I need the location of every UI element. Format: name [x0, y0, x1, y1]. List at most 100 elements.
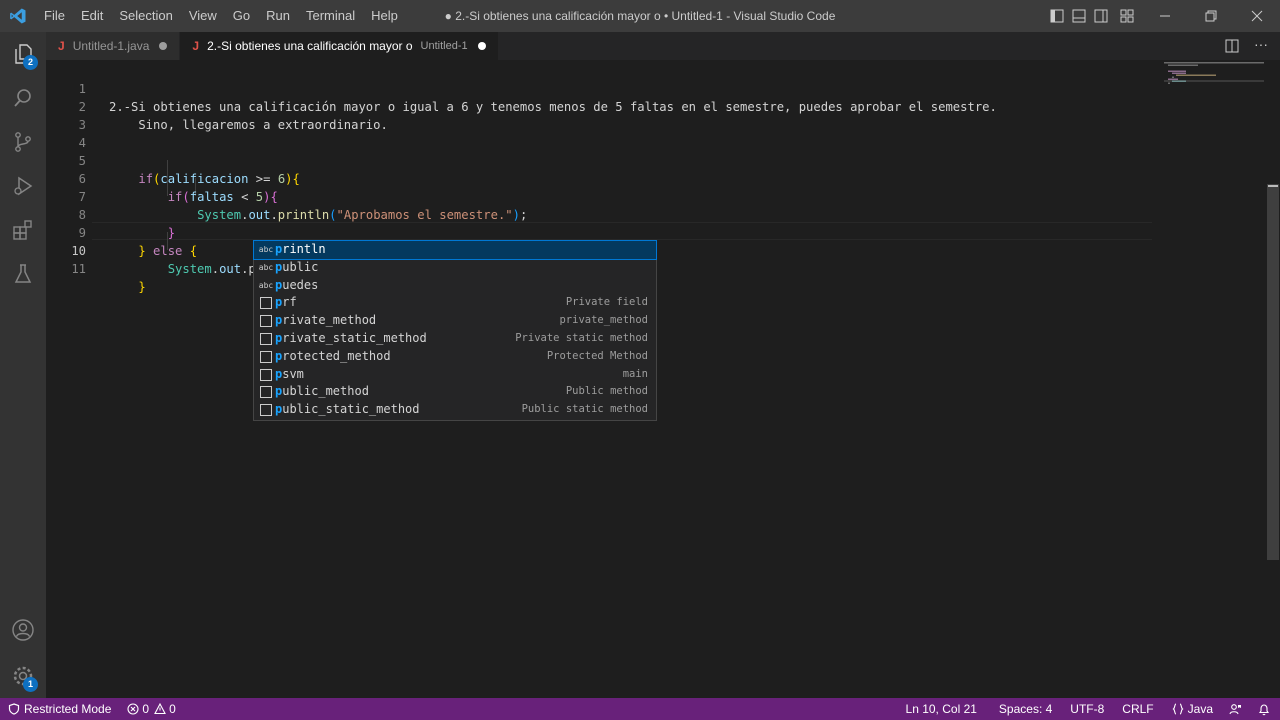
code-editor[interactable]: 1 2.-Si obtienes una calificación mayor … — [46, 60, 1280, 698]
menu-go[interactable]: Go — [225, 0, 258, 32]
code-line: 1 2.-Si obtienes una calificación mayor … — [46, 62, 1156, 114]
toggle-primary-sidebar-icon[interactable] — [1046, 0, 1068, 32]
suggestion-label: prf — [275, 295, 297, 310]
warning-icon — [154, 703, 166, 715]
menu-edit[interactable]: Edit — [73, 0, 111, 32]
error-icon — [127, 703, 139, 715]
minimap[interactable] — [1162, 60, 1266, 90]
unsaved-dot-icon[interactable] — [159, 42, 168, 50]
menu-view[interactable]: View — [181, 0, 225, 32]
suggestion-item[interactable]: prf Private field — [254, 294, 656, 312]
source-control-icon[interactable] — [0, 120, 46, 164]
tab-active-document[interactable]: J 2.-Si obtienes una calificación mayor … — [180, 32, 499, 60]
code-line: 9 } else { — [46, 206, 1156, 258]
editor-tab-bar: J Untitled-1.java J 2.-Si obtienes una c… — [46, 32, 1280, 60]
java-file-icon: J — [192, 39, 200, 53]
code-line: 7 System.out.println("Aprobamos el semes… — [46, 170, 1156, 222]
suggestion-label: protected_method — [275, 348, 391, 363]
customize-layout-icon[interactable] — [1112, 0, 1142, 32]
text-word-icon: abc — [258, 280, 274, 290]
suggestion-label: public_static_method — [275, 402, 420, 417]
suggestion-label: public_method — [275, 384, 369, 399]
suggestion-item[interactable]: private_method private_method — [254, 312, 656, 330]
snippet-icon — [258, 312, 274, 330]
suggestion-detail: Public method — [565, 385, 648, 398]
suggestion-item[interactable]: abc puedes — [254, 277, 656, 295]
suggestion-label: public — [275, 259, 319, 274]
activity-bar: 2 1 — [0, 32, 46, 698]
line-content: } — [138, 280, 146, 294]
suggestion-label: private_static_method — [275, 330, 427, 345]
tab-description: Untitled-1 — [420, 40, 468, 52]
search-icon[interactable] — [0, 76, 46, 120]
more-actions-icon[interactable]: ··· — [1254, 36, 1268, 52]
language-mode[interactable]: Java — [1164, 698, 1221, 720]
menu-bar: File Edit Selection View Go Run Terminal… — [36, 0, 406, 32]
unsaved-dot-icon[interactable] — [477, 42, 486, 50]
restricted-mode-label: Restricted Mode — [24, 702, 112, 716]
suggestion-item[interactable]: protected_method Protected Method — [254, 348, 656, 366]
suggestion-label: psvm — [275, 366, 304, 381]
text-word-icon: abc — [258, 245, 274, 255]
suggestion-item[interactable]: abc public — [254, 259, 656, 277]
minimize-icon[interactable] — [1142, 0, 1188, 32]
feedback-icon[interactable] — [1221, 698, 1250, 720]
code-line: 5 if(calificacion >= 6){ — [46, 134, 1156, 186]
cursor-position-marker — [1268, 185, 1278, 187]
split-editor-icon[interactable] — [1224, 38, 1240, 54]
snippet-icon — [258, 348, 274, 366]
title-bar: File Edit Selection View Go Run Terminal… — [0, 0, 1280, 32]
encoding-setting[interactable]: UTF-8 — [1062, 698, 1114, 720]
code-line: 8 } — [46, 188, 1156, 240]
restore-icon[interactable] — [1188, 0, 1234, 32]
code-line: 3 — [46, 98, 1156, 132]
suggestion-label: private_method — [275, 313, 377, 328]
suggestion-detail: main — [622, 367, 648, 380]
testing-icon[interactable] — [0, 252, 46, 296]
tab-untitled-1-java[interactable]: J Untitled-1.java — [46, 32, 181, 60]
language-label: Java — [1187, 702, 1213, 716]
menu-file[interactable]: File — [36, 0, 73, 32]
extensions-icon[interactable] — [0, 208, 46, 252]
menu-help[interactable]: Help — [363, 0, 406, 32]
menu-run[interactable]: Run — [258, 0, 298, 32]
manage-badge: 1 — [23, 677, 38, 692]
warning-count: 0 — [169, 702, 176, 716]
problems-indicator[interactable]: 0 0 — [119, 698, 183, 720]
java-file-icon: J — [58, 39, 65, 53]
suggestion-item[interactable]: private_static_method Private static met… — [254, 330, 656, 348]
menu-selection[interactable]: Selection — [111, 0, 180, 32]
suggestion-item[interactable]: public_method Public method — [254, 383, 656, 401]
accounts-icon[interactable] — [0, 608, 46, 652]
autocomplete-suggest-widget: abc println abc public abc puedes prf Pr… — [253, 240, 657, 421]
line-number: 11 — [71, 262, 86, 276]
eol-setting[interactable]: CRLF — [1114, 698, 1163, 720]
status-bar-right: Ln 10, Col 21 Spaces: 4 UTF-8 CRLF Java — [898, 698, 1280, 720]
suggestion-detail: Public static method — [521, 403, 648, 416]
toggle-secondary-sidebar-icon[interactable] — [1090, 0, 1112, 32]
menu-terminal[interactable]: Terminal — [298, 0, 363, 32]
manage-gear-icon[interactable]: 1 — [0, 654, 46, 698]
cursor-position[interactable]: Ln 10, Col 21 — [898, 698, 991, 720]
explorer-icon[interactable]: 2 — [0, 32, 46, 76]
snippet-icon — [258, 383, 274, 401]
suggestion-item[interactable]: psvm main — [254, 366, 656, 384]
text-word-icon: abc — [258, 262, 274, 272]
line-content: System.out.p — [167, 261, 258, 278]
scrollbar-thumb[interactable] — [1267, 184, 1279, 560]
snippet-icon — [258, 366, 274, 384]
suggestion-detail: Private static method — [515, 331, 648, 344]
indentation-setting[interactable]: Spaces: 4 — [991, 698, 1062, 720]
suggestion-item[interactable]: public_static_method Public static metho… — [254, 401, 656, 419]
suggestion-item[interactable]: abc println — [253, 240, 657, 260]
error-count: 0 — [142, 702, 150, 716]
toggle-panel-icon[interactable] — [1068, 0, 1090, 32]
status-bar: Restricted Mode 0 0 Ln 10, Col 21 Spaces… — [0, 698, 1280, 720]
close-window-icon[interactable] — [1234, 0, 1280, 32]
run-debug-icon[interactable] — [0, 164, 46, 208]
restricted-mode-indicator[interactable]: Restricted Mode — [0, 698, 119, 720]
suggestion-detail: Protected Method — [546, 349, 648, 362]
suggestion-detail: private_method — [559, 314, 648, 327]
notifications-bell-icon[interactable] — [1250, 698, 1280, 720]
code-line: 4 — [46, 116, 1156, 150]
